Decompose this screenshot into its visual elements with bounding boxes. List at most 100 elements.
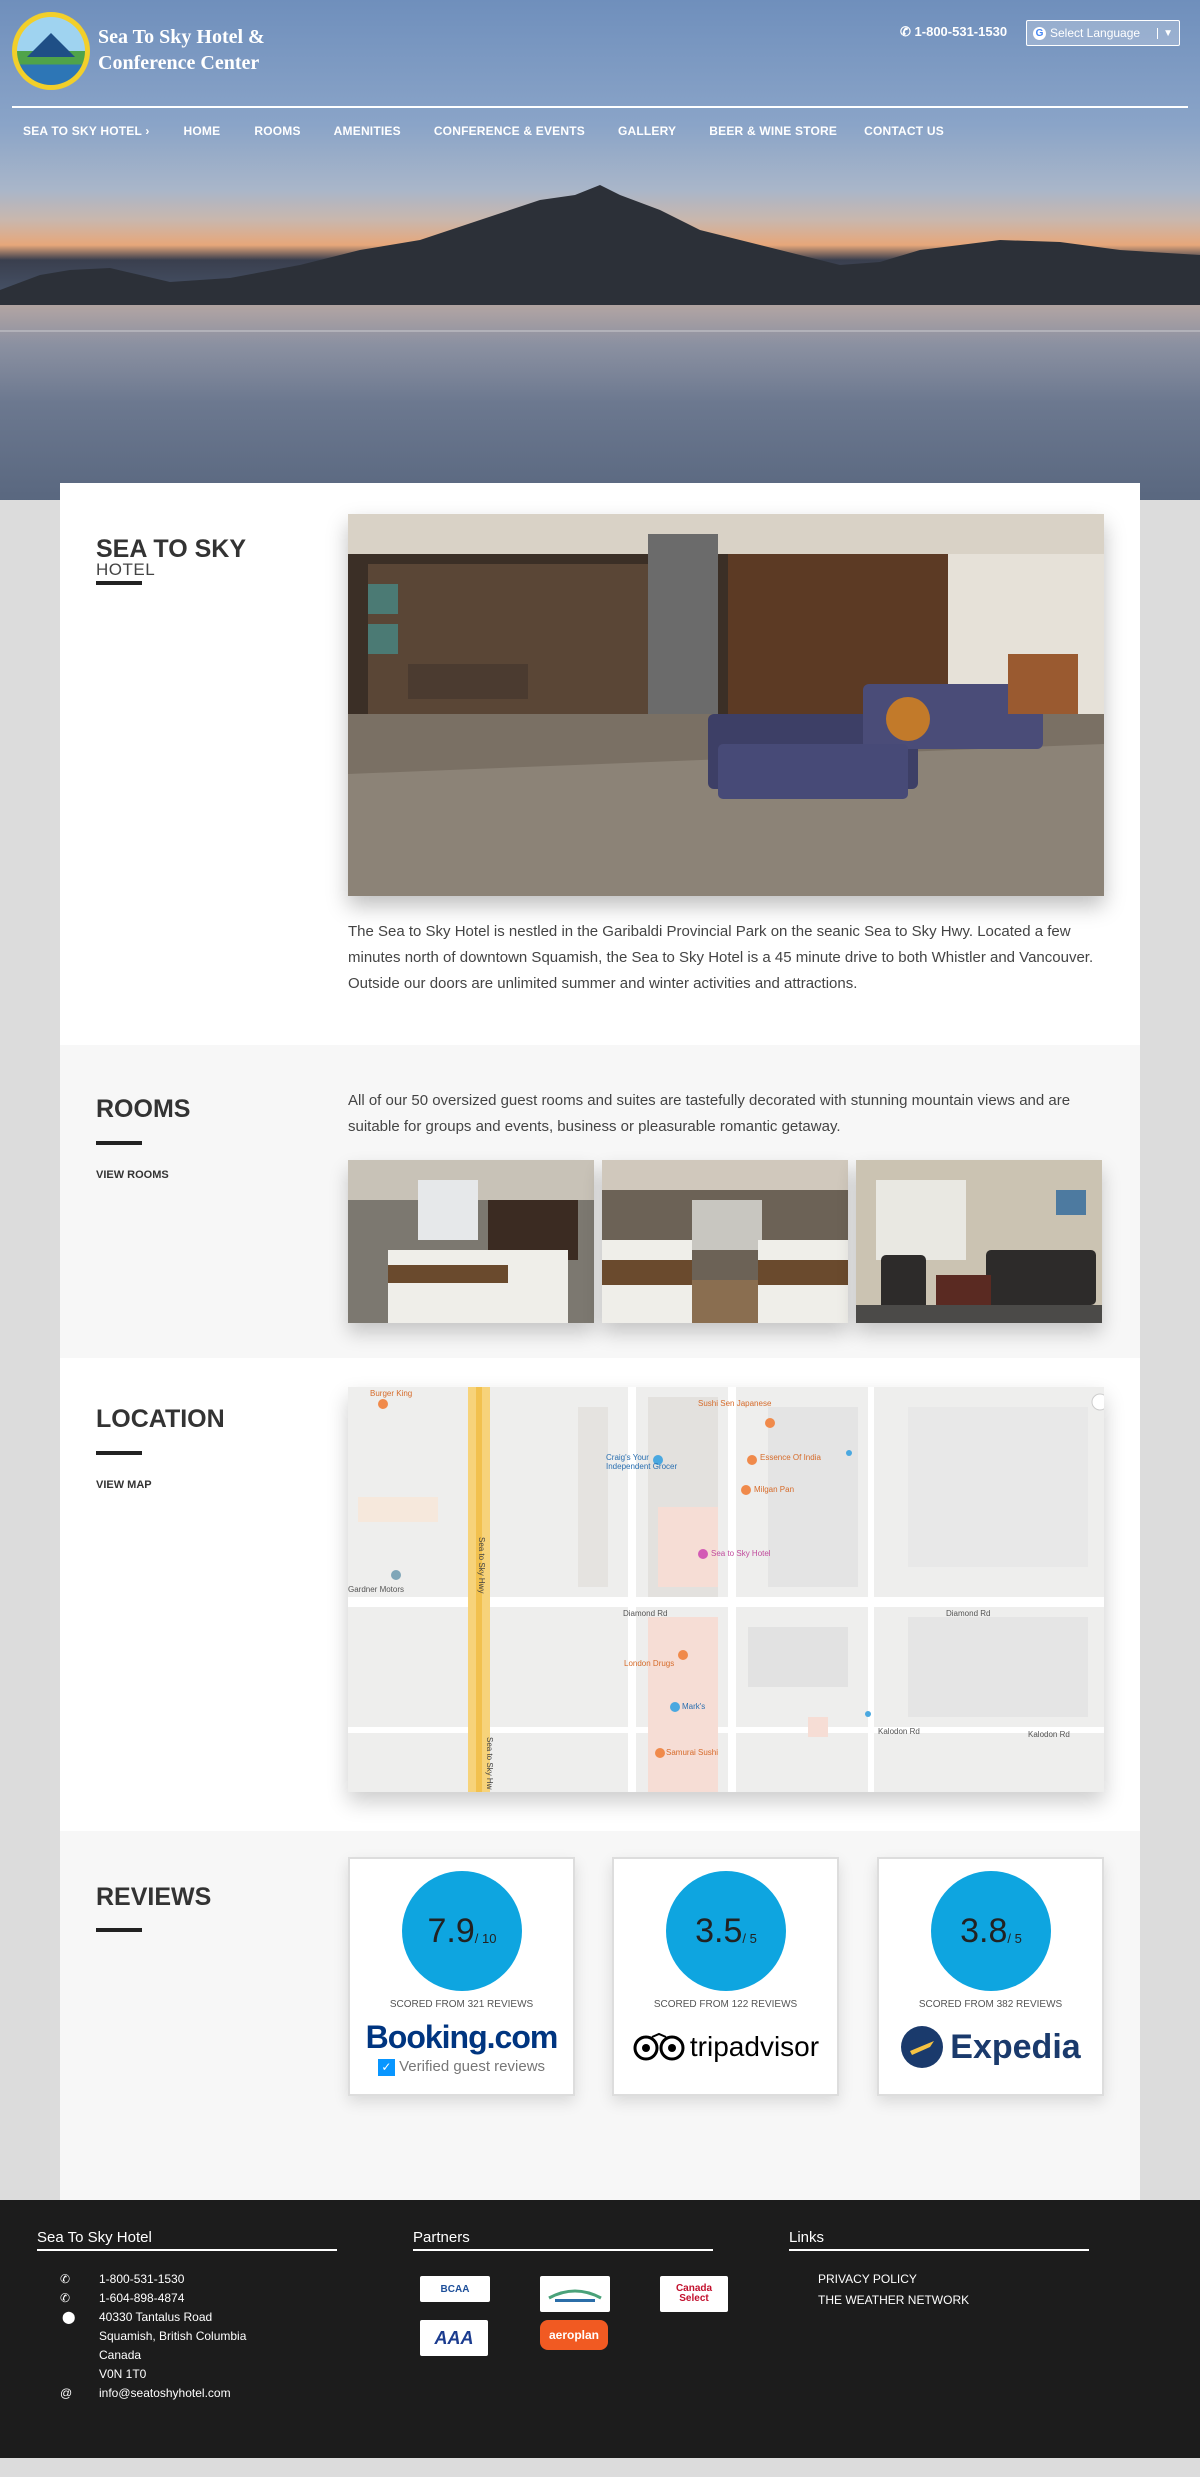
location-underline xyxy=(96,1451,142,1455)
hotel-logo[interactable] xyxy=(12,12,90,90)
review-score: 7.9 xyxy=(427,1911,475,1950)
map-label: Diamond Rd xyxy=(623,1609,668,1618)
footer-email[interactable]: info@seatoshyhotel.com xyxy=(99,2386,231,2400)
nav-sea-to-sky-hotel[interactable]: SEA TO SKY HOTEL › xyxy=(23,124,150,138)
site-footer: Sea To Sky Hotel ✆ 1-800-531-1530 ✆ 1-60… xyxy=(0,2200,1200,2458)
footer-links-title: Links xyxy=(789,2229,825,2246)
weather-network-link[interactable]: THE WEATHER NETWORK xyxy=(818,2293,969,2307)
map-label: Craig's Your Independent Grocer xyxy=(606,1453,678,1471)
google-icon: G xyxy=(1033,26,1046,40)
partner-logo[interactable] xyxy=(540,2276,610,2312)
review-count: SCORED FROM 122 REVIEWS xyxy=(653,1999,798,2010)
map-label: Kalodon Rd xyxy=(878,1727,920,1736)
footer-address-4: V0N 1T0 xyxy=(99,2367,147,2381)
review-card-booking[interactable]: 7.9 / 10 SCORED FROM 321 REVIEWS Booking… xyxy=(348,1857,575,2096)
review-out-of: / 5 xyxy=(742,1930,757,1946)
map-label: Sushi Sen Japanese xyxy=(698,1399,772,1408)
room-photo-3[interactable] xyxy=(856,1160,1102,1323)
header-phone[interactable]: ✆ 1-800-531-1530 xyxy=(900,24,1007,40)
rooms-title: ROOMS xyxy=(96,1095,191,1123)
location-title: LOCATION xyxy=(96,1405,225,1433)
expedia-brand: Expedia xyxy=(950,2027,1081,2066)
nav-divider xyxy=(12,106,1188,108)
map-label: Burger King xyxy=(370,1389,413,1398)
owl-icon xyxy=(633,2032,685,2061)
reviews-title: REVIEWS xyxy=(96,1883,212,1911)
location-map[interactable]: Burger King Sushi Sen Japanese Craig's Y… xyxy=(348,1387,1104,1792)
view-map-link[interactable]: VIEW MAP xyxy=(96,1479,152,1491)
map-pin-icon: ⬤ xyxy=(62,2310,76,2324)
map-label: Sea to Sky Hw xyxy=(485,1737,494,1790)
map-label: Gardner Motors xyxy=(348,1585,405,1594)
brand-line-1: Sea To Sky Hotel & xyxy=(98,26,265,48)
score-circle: 3.5 / 5 xyxy=(666,1871,786,1991)
footer-partners-title: Partners xyxy=(413,2229,470,2246)
language-select[interactable]: G Select Language ▼ xyxy=(1026,20,1180,46)
footer-phone-1[interactable]: 1-800-531-1530 xyxy=(99,2272,184,2286)
map-label: Essence Of India xyxy=(760,1453,821,1462)
nav-amenities[interactable]: AMENITIES xyxy=(334,124,401,138)
rooms-underline xyxy=(96,1141,142,1145)
tripadvisor-logo: tripadvisor xyxy=(614,2031,837,2063)
review-card-tripadvisor[interactable]: 3.5 / 5 SCORED FROM 122 REVIEWS tripadvi… xyxy=(612,1857,839,2096)
content-card: SEA TO SKY HOTEL The Sea to Sky Hotel is… xyxy=(60,483,1140,2215)
canada-select-logo[interactable]: Canada Select xyxy=(660,2276,728,2312)
nav-home[interactable]: HOME xyxy=(184,124,221,138)
footer-address-3: Canada xyxy=(99,2348,142,2362)
map-label: Diamond Rd xyxy=(946,1609,991,1618)
lobby-photo xyxy=(348,514,1104,896)
room-photo-2[interactable] xyxy=(602,1160,848,1323)
map-label: Samurai Sushi xyxy=(666,1748,719,1757)
hero-banner: Sea To Sky Hotel & Conference Center ✆ 1… xyxy=(0,0,1200,500)
check-icon: ✓ xyxy=(377,2058,395,2076)
booking-brand: Booking.com xyxy=(365,2019,559,2055)
phone-icon: ✆ xyxy=(60,2291,71,2305)
expedia-logo: Expedia xyxy=(879,2025,1102,2069)
review-out-of: / 10 xyxy=(474,1930,497,1946)
privacy-policy-link[interactable]: PRIVACY POLICY xyxy=(818,2272,917,2286)
score-circle: 3.8 / 5 xyxy=(931,1871,1051,1991)
review-card-expedia[interactable]: 3.8 / 5 SCORED FROM 382 REVIEWS Expedia xyxy=(877,1857,1104,2096)
aeroplan-logo[interactable]: aeroplan xyxy=(540,2320,608,2350)
view-rooms-link[interactable]: VIEW ROOMS xyxy=(96,1169,169,1181)
brand-line-2: Conference Center xyxy=(98,52,260,74)
nav-contact-us[interactable]: CONTACT US xyxy=(864,124,944,138)
score-circle: 7.9 / 10 xyxy=(402,1871,522,1991)
lake-reflection xyxy=(0,330,1200,332)
booking-logo: Booking.com ✓ Verified guest reviews xyxy=(350,2019,573,2076)
nav-conference-events[interactable]: CONFERENCE & EVENTS xyxy=(434,124,585,138)
aaa-logo[interactable]: AAA xyxy=(420,2320,488,2356)
brand-name[interactable]: Sea To Sky Hotel & Conference Center xyxy=(98,24,265,76)
mountain-silhouette xyxy=(0,185,1200,310)
email-icon: @ xyxy=(60,2386,73,2400)
footer-hotel-title: Sea To Sky Hotel xyxy=(37,2229,152,2246)
map-label: Sea to Sky Hwy xyxy=(477,1537,486,1594)
review-out-of: / 5 xyxy=(1007,1930,1022,1946)
map-label: London Drugs xyxy=(624,1659,675,1668)
page-bottom-strip xyxy=(0,2458,1200,2477)
main-nav: SEA TO SKY HOTEL › HOME ROOMS AMENITIES … xyxy=(23,124,944,138)
bcaa-logo[interactable]: BCAA xyxy=(420,2276,490,2302)
tripadvisor-brand: tripadvisor xyxy=(689,2031,820,2062)
map-label: Milgan Pan xyxy=(754,1485,795,1494)
footer-address-2: Squamish, British Columbia xyxy=(99,2329,247,2343)
phone-icon: ✆ xyxy=(900,24,911,39)
booking-tagline: Verified guest reviews xyxy=(399,2058,546,2075)
footer-phone-2[interactable]: 1-604-898-4874 xyxy=(99,2291,184,2305)
nav-rooms[interactable]: ROOMS xyxy=(254,124,300,138)
nav-beer-wine-store[interactable]: BEER & WINE STORE xyxy=(709,124,837,138)
map-label: Kalodon Rd xyxy=(1028,1730,1070,1739)
nav-gallery[interactable]: GALLERY xyxy=(618,124,676,138)
expedia-plane-icon xyxy=(901,2026,944,2068)
map-label: Sea to Sky Hotel xyxy=(711,1549,771,1558)
footer-divider xyxy=(413,2249,713,2251)
phone-icon: ✆ xyxy=(60,2272,71,2286)
reviews-underline xyxy=(96,1928,142,1932)
room-photo-1[interactable] xyxy=(348,1160,594,1323)
intro-underline xyxy=(96,581,142,585)
review-score: 3.5 xyxy=(695,1911,743,1950)
language-select-label: Select Language xyxy=(1050,26,1141,40)
review-count: SCORED FROM 382 REVIEWS xyxy=(918,1999,1063,2010)
footer-divider xyxy=(37,2249,337,2251)
review-count: SCORED FROM 321 REVIEWS xyxy=(389,1999,534,2010)
